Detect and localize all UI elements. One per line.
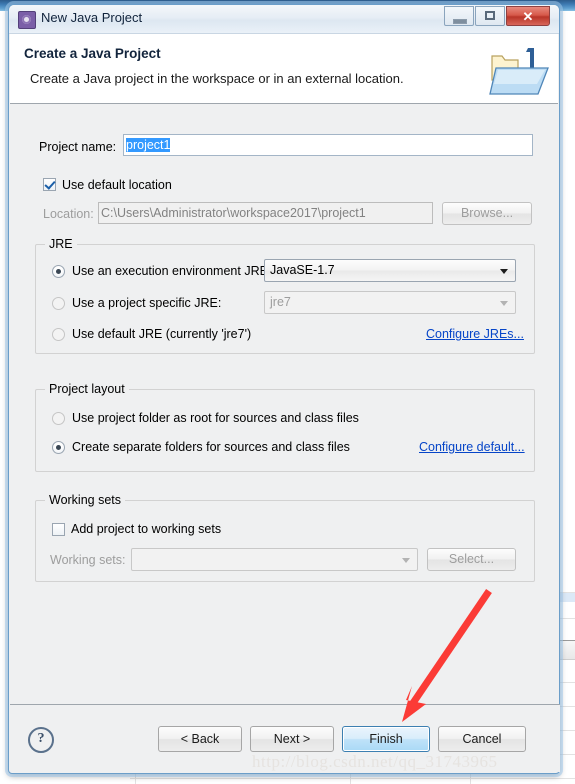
ide-row-line	[130, 778, 575, 779]
layout-separate-folders-label: Create separate folders for sources and …	[72, 440, 350, 454]
new-java-project-dialog: New Java Project ✕ Create a Java Project…	[8, 4, 560, 774]
project-layout-group: Project layout Use project folder as roo…	[35, 382, 535, 472]
jre-execution-env-label: Use an execution environment JRE:	[72, 264, 272, 278]
wizard-title: Create a Java Project	[24, 46, 161, 61]
chevron-down-icon	[402, 558, 410, 563]
working-sets-label: Working sets:	[50, 553, 126, 567]
chevron-down-icon	[500, 301, 508, 306]
location-label: Location:	[43, 207, 94, 221]
dialog-title-bar[interactable]: New Java Project ✕	[9, 5, 559, 34]
dialog-title: New Java Project	[41, 10, 143, 25]
back-button[interactable]: < Back	[158, 726, 242, 752]
finish-button[interactable]: Finish	[342, 726, 430, 752]
maximize-button[interactable]	[475, 6, 505, 26]
browse-button[interactable]: Browse...	[442, 202, 532, 225]
wizard-header: Create a Java Project Create a Java proj…	[10, 34, 558, 104]
jre-group-title: JRE	[45, 237, 77, 251]
watermark-text: http://blog.csdn.net/qq_31743965	[252, 752, 498, 771]
jre-project-specific-label: Use a project specific JRE:	[72, 296, 222, 310]
working-sets-combo[interactable]	[131, 548, 418, 571]
jre-execution-env-radio[interactable]	[52, 265, 65, 278]
close-button[interactable]: ✕	[506, 6, 550, 26]
working-sets-group: Working sets Add project to working sets…	[35, 493, 535, 582]
layout-root-folder-radio[interactable]	[52, 412, 65, 425]
project-name-input[interactable]: project1	[123, 134, 533, 156]
jre-group: JRE Use an execution environment JRE: Ja…	[35, 237, 535, 354]
jre-project-specific-radio[interactable]	[52, 297, 65, 310]
cancel-button[interactable]: Cancel	[438, 726, 526, 752]
select-working-sets-button[interactable]: Select...	[427, 548, 516, 571]
minimize-button[interactable]	[444, 6, 474, 26]
configure-jres-link[interactable]: Configure JREs...	[426, 327, 524, 341]
use-default-location-checkbox[interactable]	[43, 178, 56, 191]
use-default-location-label: Use default location	[62, 178, 172, 192]
working-sets-group-title: Working sets	[45, 493, 126, 507]
project-name-label: Project name:	[39, 140, 117, 154]
next-button[interactable]: Next >	[250, 726, 334, 752]
location-input[interactable]: C:\Users\Administrator\workspace2017\pro…	[98, 202, 433, 224]
layout-separate-folders-radio[interactable]	[52, 441, 65, 454]
configure-default-link[interactable]: Configure default...	[419, 440, 525, 454]
java-project-icon	[18, 11, 36, 29]
project-specific-jre-combo[interactable]: jre7	[264, 291, 516, 314]
project-specific-jre-value: jre7	[270, 295, 291, 309]
wizard-body: Project name: project1 Use default locat…	[10, 104, 558, 735]
java-folder-icon	[489, 48, 549, 95]
chevron-down-icon	[500, 269, 508, 274]
layout-root-folder-label: Use project folder as root for sources a…	[72, 411, 359, 425]
wizard-description: Create a Java project in the workspace o…	[30, 71, 404, 86]
help-icon[interactable]: ?	[28, 727, 54, 753]
add-to-working-sets-label: Add project to working sets	[71, 522, 222, 536]
execution-env-combo[interactable]: JavaSE-1.7	[264, 259, 516, 282]
jre-default-radio[interactable]	[52, 328, 65, 341]
execution-env-value: JavaSE-1.7	[270, 263, 335, 277]
add-to-working-sets-checkbox[interactable]	[52, 523, 65, 536]
project-layout-group-title: Project layout	[45, 382, 129, 396]
project-name-value: project1	[126, 138, 171, 152]
jre-default-label: Use default JRE (currently 'jre7')	[72, 327, 252, 341]
